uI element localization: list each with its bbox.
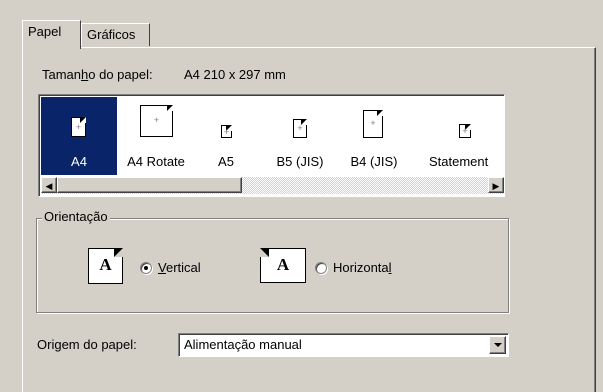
landscape-page-icon: A xyxy=(260,248,306,283)
paper-source-select[interactable]: Alimentação manual xyxy=(178,333,509,357)
paper-item-statement[interactable]: + Statement xyxy=(425,97,503,175)
paper-size-label: Tamanho do papel: xyxy=(42,67,153,82)
paper-item-a5[interactable]: + A5 xyxy=(199,97,253,175)
paper-size-list[interactable]: + A4 + A4 Rotate + A5 + B5 (JIS) + B4 (J… xyxy=(38,94,505,197)
page-icon: + xyxy=(363,110,383,138)
paper-source-value: Alimentação manual xyxy=(184,337,302,352)
horizontal-radio[interactable] xyxy=(315,262,327,274)
vertical-label[interactable]: Vertical xyxy=(158,260,201,275)
page-icon: + xyxy=(71,117,86,137)
paper-source-label: Origem do papel: xyxy=(37,337,137,352)
paper-list-scrollbar[interactable]: ◀ ▶ xyxy=(41,177,504,194)
tab-graficos-label: Gráficos xyxy=(87,27,136,42)
orientation-legend: Orientação xyxy=(42,209,110,224)
page-icon: + xyxy=(140,105,173,137)
arrow-right-icon[interactable]: ▶ xyxy=(488,177,504,193)
paper-item-a4[interactable]: + A4 xyxy=(41,97,117,175)
paper-item-a4-rotate[interactable]: + A4 Rotate xyxy=(119,97,193,175)
tab-papel-label: Papel xyxy=(28,24,62,39)
page-icon: + xyxy=(293,119,307,138)
portrait-page-icon: A xyxy=(88,248,123,284)
tab-papel[interactable]: Papel xyxy=(22,20,81,49)
paper-item-b5-jis[interactable]: + B5 (JIS) xyxy=(265,97,335,175)
tab-graficos[interactable]: Gráficos xyxy=(81,23,150,46)
paper-item-b4-jis[interactable]: + B4 (JIS) xyxy=(341,97,407,175)
paper-size-value: A4 210 x 297 mm xyxy=(184,67,286,82)
scroll-thumb[interactable] xyxy=(57,177,242,193)
page-icon: + xyxy=(221,125,232,138)
chevron-down-icon[interactable] xyxy=(489,336,506,354)
vertical-radio[interactable] xyxy=(140,262,152,274)
page-icon: + xyxy=(459,124,471,138)
horizontal-label[interactable]: Horizontal xyxy=(333,260,392,275)
arrow-left-icon[interactable]: ◀ xyxy=(41,177,57,193)
